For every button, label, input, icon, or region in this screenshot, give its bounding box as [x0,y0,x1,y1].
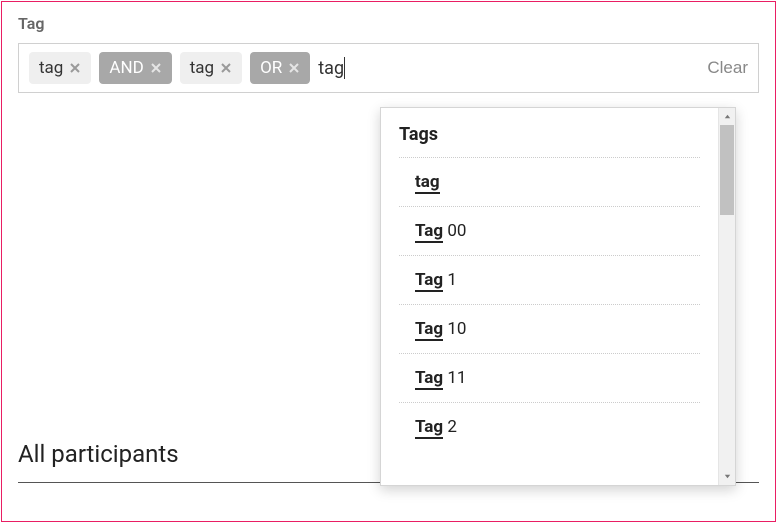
dropdown-item-match: Tag [415,417,443,439]
dropdown-item[interactable]: tag [399,157,700,206]
dropdown-scrollbar[interactable] [718,108,735,485]
close-icon[interactable] [150,62,162,74]
chip-label: tag [39,58,63,78]
chip-label: OR [260,58,282,78]
dropdown-item-rest: 00 [443,221,466,241]
tag-autocomplete-dropdown: Tags tag Tag 00 Tag 1 Tag 10 Tag 11 Tag … [380,107,736,486]
close-icon[interactable] [288,62,300,74]
dropdown-item-match: Tag [415,221,443,243]
dropdown-item-rest: 10 [443,319,466,339]
scroll-thumb[interactable] [720,125,734,215]
dropdown-item[interactable]: Tag 00 [399,206,700,255]
dropdown-item-rest: 11 [443,368,466,388]
close-icon[interactable] [69,62,81,74]
text-cursor [344,57,345,79]
dropdown-item-match: Tag [415,270,443,292]
chip-tag-2[interactable]: tag [180,52,242,84]
field-label-tag: Tag [18,14,759,33]
tag-text-input[interactable]: tag [318,58,368,79]
dropdown-item[interactable]: Tag 1 [399,255,700,304]
chip-operator-or[interactable]: OR [250,52,310,84]
dropdown-item-rest: 1 [443,270,457,290]
tag-filter-input-row[interactable]: tag AND tag OR [18,43,759,93]
close-icon[interactable] [220,62,232,74]
dropdown-header: Tags [399,124,700,157]
dropdown-item-rest: 2 [443,417,457,437]
dropdown-item-match: tag [415,172,440,194]
text-input-wrap[interactable]: tag [318,58,368,79]
chip-tag-1[interactable]: tag [29,52,91,84]
clear-button[interactable]: Clear [707,58,748,78]
dropdown-item[interactable]: Tag 2 [399,402,700,451]
dropdown-item[interactable]: Tag 10 [399,304,700,353]
dropdown-item[interactable]: Tag 11 [399,353,700,402]
section-title-all-participants: All participants [18,440,179,468]
chip-label: tag [190,58,214,78]
chip-label: AND [109,58,143,78]
scroll-up-icon[interactable] [719,108,735,125]
dropdown-item-match: Tag [415,319,443,341]
dropdown-item-match: Tag [415,368,443,390]
chip-operator-and[interactable]: AND [99,52,171,84]
scroll-down-icon[interactable] [719,468,735,485]
